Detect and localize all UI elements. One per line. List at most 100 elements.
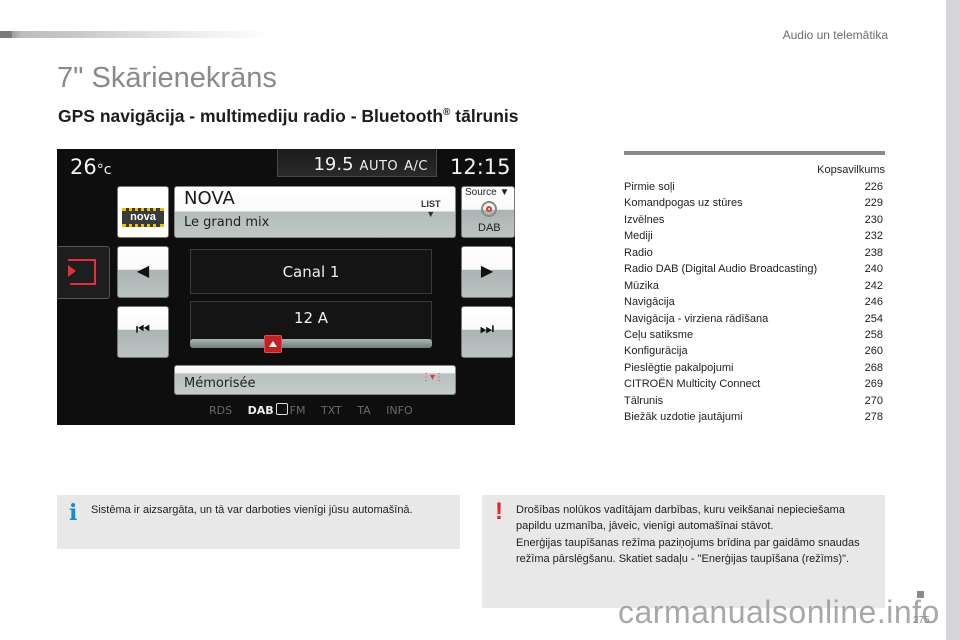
toc-item-page: 268	[864, 361, 883, 374]
climate-setpoint: 19.5	[313, 154, 354, 175]
toc-item[interactable]: CITROËN Multicity Connect 269	[624, 376, 883, 392]
toc-item-page: 270	[864, 394, 883, 407]
next-button[interactable]: ▶	[461, 246, 513, 298]
toc-item-page: 278	[864, 411, 883, 424]
toc-item-page: 258	[864, 328, 883, 341]
toc-item-page: 238	[864, 246, 883, 259]
tab-info[interactable]: INFO	[386, 404, 412, 417]
toc-item-page: 260	[864, 345, 883, 358]
toc-item-label: Navigācija - virziena rādīšana	[624, 312, 769, 325]
toc-item-label: Radio	[624, 246, 653, 259]
toc-item[interactable]: Pirmie soļi 226	[624, 179, 883, 195]
warning-note: ! Drošības nolūkos vadītājam darbības, k…	[482, 495, 885, 608]
toc-item[interactable]: Radio 238	[624, 245, 883, 261]
band-toggle-icon[interactable]	[275, 403, 288, 415]
skip-forward-icon: ⏭	[479, 321, 495, 338]
toc-heading: Kopsavilkums	[817, 164, 885, 176]
skip-forward-button[interactable]: ⏭	[461, 306, 513, 358]
multiplex-display: Canal 1	[190, 249, 432, 294]
clock: 12:15	[450, 155, 511, 179]
toc-item-label: Radio DAB (Digital Audio Broadcasting)	[624, 263, 818, 276]
toc-item-label: Navigācija	[624, 296, 675, 309]
toc-item-label: Pieslēgtie pakalpojumi	[624, 361, 734, 374]
list-button[interactable]: LIST ▼	[421, 199, 441, 219]
toc-item[interactable]: Konfigurācija 260	[624, 343, 883, 359]
toc-item-page: 232	[864, 230, 883, 243]
preset-label: Mémorisée	[184, 376, 256, 391]
preset-list-icon: ⋮▾⋮	[421, 372, 444, 383]
nova-logo: nova	[122, 208, 164, 227]
page-edge-strip	[946, 0, 960, 640]
radio-tabs: RDS DAB FM TXT TA INFO	[209, 403, 425, 417]
tab-fm[interactable]: FM	[290, 404, 306, 417]
toc-item[interactable]: Pieslēgtie pakalpojumi 268	[624, 360, 883, 376]
tab-dab[interactable]: DAB	[248, 404, 274, 417]
next-icon: ▶	[480, 263, 494, 280]
subtitle-end: tālrunis	[450, 106, 519, 126]
toc-item-page: 240	[864, 263, 883, 276]
preset-panel[interactable]: Mémorisée ⋮▾⋮	[174, 365, 456, 395]
channel-slider-track[interactable]	[190, 339, 432, 348]
toc-item-label: Pirmie soļi	[624, 181, 675, 193]
subtitle-text: GPS navigācija - multimediju radio - Blu…	[58, 106, 444, 126]
toc-list: Pirmie soļi 226 Komandpogas uz stūres 229 …	[624, 179, 883, 426]
outside-temperature: 26°c	[70, 155, 111, 179]
previous-button[interactable]: ◀	[117, 246, 169, 298]
toc-item[interactable]: Ceļu satiksme 258	[624, 327, 883, 343]
tab-rds[interactable]: RDS	[209, 404, 232, 417]
antenna-icon	[481, 201, 497, 217]
temperature-value: 26	[70, 155, 97, 179]
toc-item[interactable]: Mediji 232	[624, 228, 883, 244]
temperature-unit: °c	[96, 162, 112, 178]
toc-item-page: 226	[864, 181, 883, 193]
toc-item[interactable]: Radio DAB (Digital Audio Broadcasting) 24…	[624, 261, 883, 277]
channel-slider-handle[interactable]	[263, 335, 282, 353]
info-icon: i	[69, 500, 78, 526]
toc-item-label: CITROËN Multicity Connect	[624, 378, 761, 391]
station-info-panel[interactable]: NOVA Le grand mix LIST ▼	[174, 186, 456, 238]
toc-item-label: Tālrunis	[624, 394, 664, 407]
station-name: NOVA	[184, 188, 235, 209]
station-logo-button[interactable]: nova	[117, 186, 169, 238]
chevron-down-icon: ▼	[426, 209, 436, 219]
previous-icon: ◀	[136, 263, 150, 280]
page-number: 275	[913, 615, 930, 626]
toc-item-page: 269	[864, 378, 883, 391]
watermark: carmanualsonline.info	[618, 594, 940, 630]
toc-item-label: Mediji	[624, 230, 653, 243]
toc-item-label: Mūzika	[624, 279, 659, 292]
exit-button[interactable]	[57, 246, 110, 299]
skip-back-button[interactable]: ⏮	[117, 306, 169, 358]
list-label: LIST	[421, 199, 441, 209]
toc-item[interactable]: Tālrunis 270	[624, 393, 883, 409]
source-button[interactable]: Source ▼ DAB	[461, 186, 515, 238]
info-note-text: Sistēma ir aizsargāta, un tā var darboti…	[91, 504, 413, 516]
toc-item[interactable]: Mūzika 242	[624, 278, 883, 294]
toc-item-page: 254	[864, 312, 883, 325]
toc-divider	[624, 151, 885, 155]
source-value: DAB	[478, 222, 501, 234]
page-title: 7" Skārienekrāns	[57, 62, 277, 94]
header-gradient-bar	[0, 31, 270, 38]
warning-note-text: Drošības nolūkos vadītājam darbības, kur…	[516, 502, 873, 567]
channel-display: 12 A	[190, 301, 432, 341]
toc-item[interactable]: Komandpogas uz stūres 229	[624, 195, 883, 211]
toc-item-page: 246	[864, 296, 883, 309]
warning-text-1: Drošības nolūkos vadītājam darbības, kur…	[516, 504, 845, 533]
toc-item[interactable]: Biežāk uzdotie jautājumi 278	[624, 409, 883, 425]
tab-txt[interactable]: TXT	[321, 404, 342, 417]
toc-item-page: 242	[864, 279, 883, 292]
page-subtitle: GPS navigācija - multimediju radio - Blu…	[58, 106, 519, 127]
station-program: Le grand mix	[184, 215, 270, 230]
toc-item[interactable]: Navigācija 246	[624, 294, 883, 310]
toc-item[interactable]: Navigācija - virziena rādīšana 254	[624, 311, 883, 327]
toc-item-label: Biežāk uzdotie jautājumi	[624, 411, 743, 424]
toc-item-label: Konfigurācija	[624, 345, 688, 358]
skip-back-icon: ⏮	[135, 321, 151, 338]
toc-item[interactable]: Izvēlnes 230	[624, 212, 883, 228]
climate-status: 19.5 AUTO A/C	[277, 149, 437, 177]
climate-mode: AUTO	[359, 159, 399, 174]
source-label: Source ▼	[465, 187, 510, 198]
toc-item-page: 230	[864, 213, 883, 226]
tab-ta[interactable]: TA	[357, 404, 370, 417]
